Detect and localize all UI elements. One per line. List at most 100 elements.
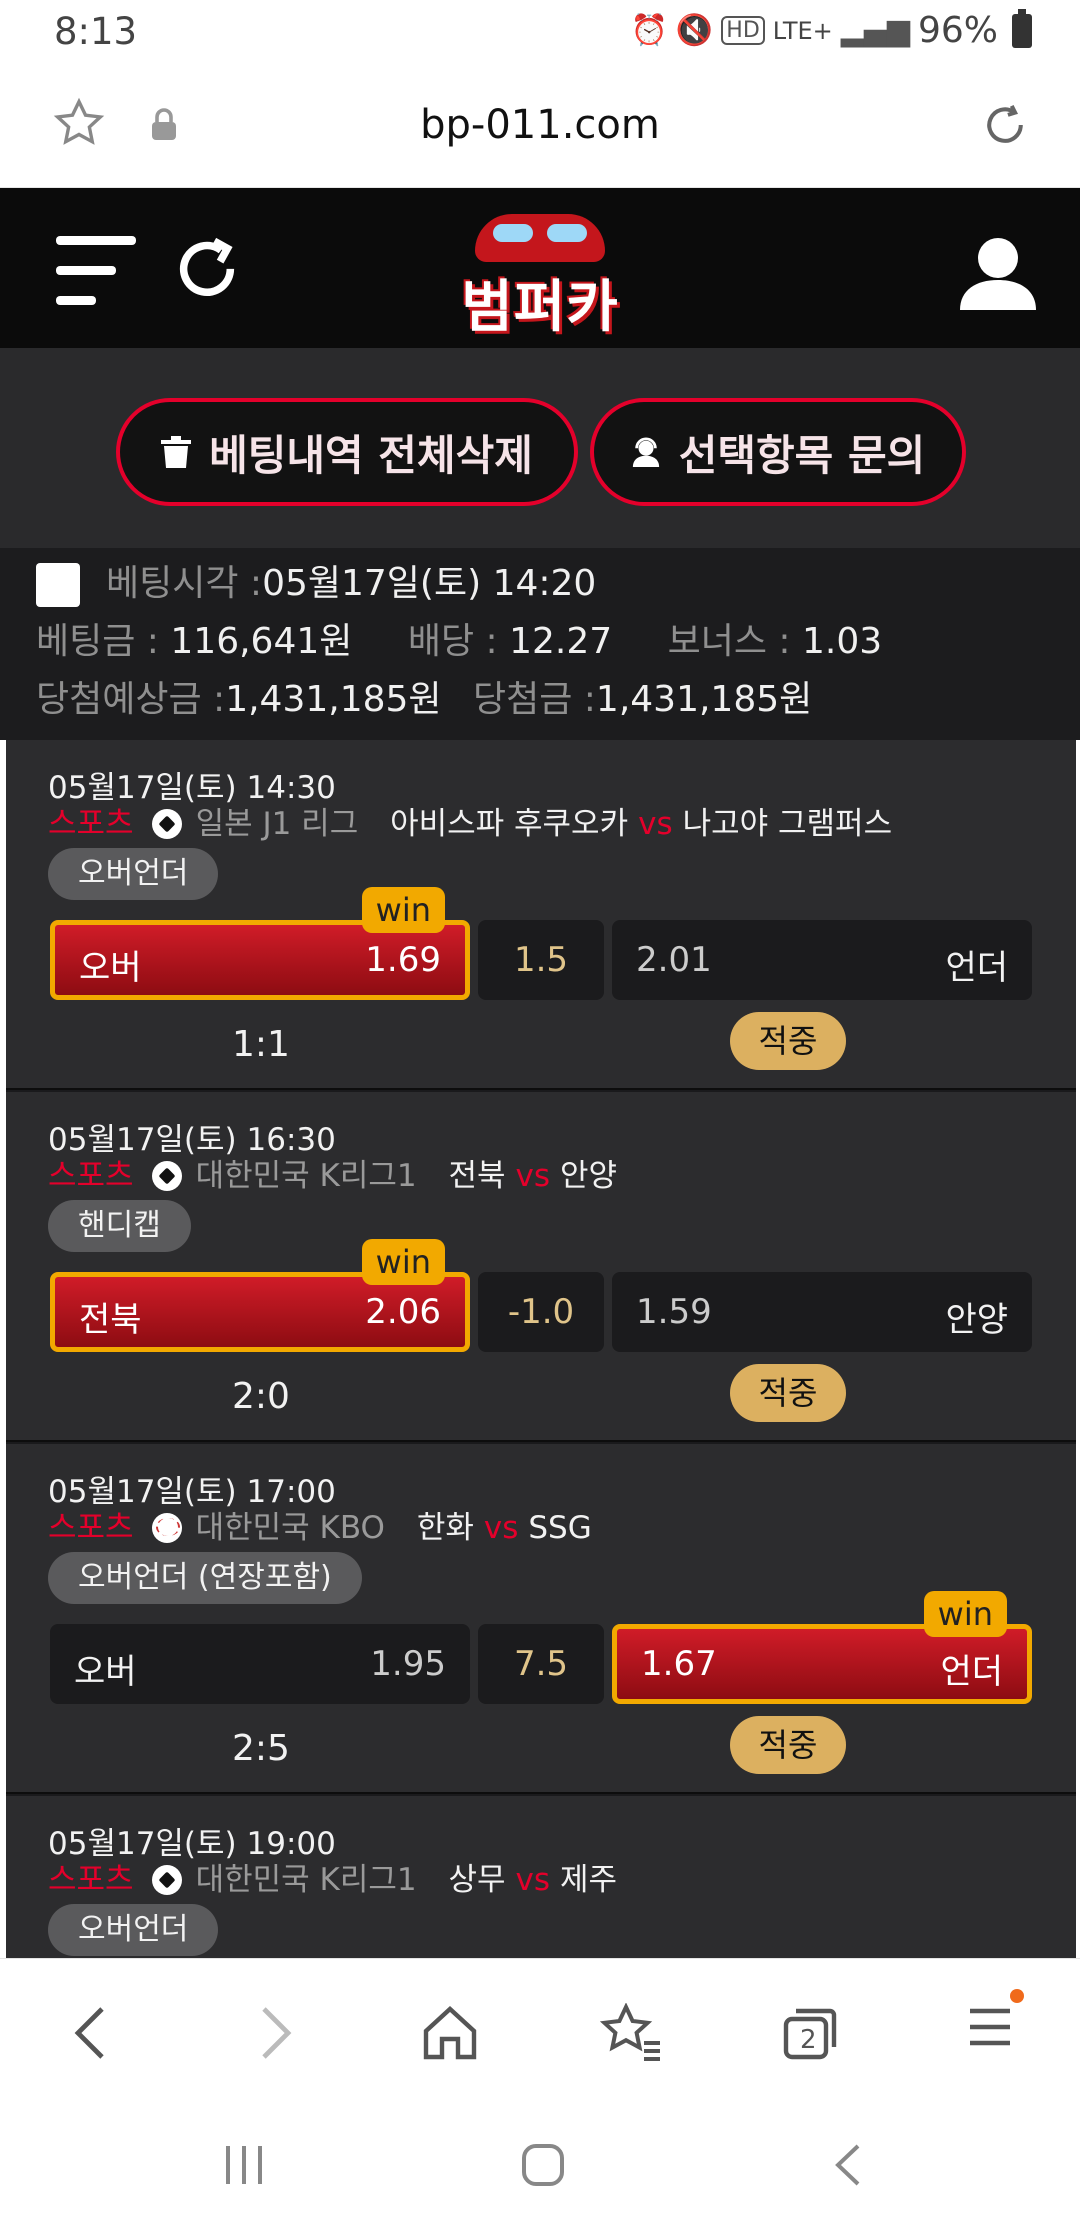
alarm-icon: ⏰ (630, 13, 668, 48)
away-option-odds: 1.67 (641, 1644, 717, 1684)
logo-text: 범퍼카 (461, 275, 619, 340)
away-team: 제주 (560, 1862, 618, 1898)
car-logo-icon (475, 214, 605, 262)
bet-card: 05월17일(토) 19:00 스포츠 대한민국 K리그1 상무 vs 제주 오버언더 (6, 1796, 1076, 1958)
odds-label: 배당 : (407, 621, 498, 662)
away-option-odds: 1.59 (636, 1292, 712, 1332)
system-home-icon[interactable] (520, 2142, 566, 2192)
baseball-icon (151, 1512, 182, 1543)
system-nav-bar (0, 2118, 1080, 2220)
soccer-ball-icon (151, 1160, 182, 1191)
support-agent-icon (632, 437, 659, 467)
league-name: 대한민국 K리그1 (195, 1862, 417, 1898)
user-profile-icon[interactable] (958, 236, 1038, 316)
category-label: 스포츠 (48, 1510, 134, 1546)
back-icon[interactable] (66, 2003, 114, 2067)
tabs-icon[interactable]: 2 (780, 2003, 840, 2067)
category-label: 스포츠 (48, 1862, 134, 1898)
recent-apps-icon[interactable] (222, 2142, 266, 2192)
vs-label: vs (515, 1158, 551, 1194)
match-score: 2:5 (232, 1728, 290, 1769)
home-option[interactable]: win 오버 1.69 (50, 887, 470, 1000)
match-info: 스포츠 대한민국 KBO 한화 vs SSG (48, 1502, 592, 1547)
away-option[interactable]: 1.59 안양 (612, 1272, 1032, 1352)
match-info: 스포츠 일본 J1 리그 아비스파 후쿠오카 vs 나고야 그램퍼스 (48, 798, 892, 843)
match-score: 1:1 (232, 1024, 290, 1065)
home-team: 전북 (448, 1158, 506, 1194)
tab-count: 2 (800, 2025, 817, 2055)
clock: 8:13 (54, 10, 138, 53)
browser-url-bar: bp-011.com (0, 68, 1080, 188)
mute-icon: 🔇 (675, 13, 714, 48)
home-option-odds: 1.95 (370, 1644, 446, 1684)
market-tag: 오버언더 (연장포함) (48, 1552, 362, 1604)
line-value: 7.5 (478, 1624, 604, 1704)
line-value: -1.0 (478, 1272, 604, 1352)
result-badge: 적중 (730, 1364, 846, 1422)
bet-card: 05월17일(토) 17:00 스포츠 대한민국 KBO 한화 vs SSG 오버언더… (6, 1444, 1076, 1794)
trash-icon (161, 436, 192, 468)
home-option-odds: 1.69 (365, 940, 441, 980)
stake-label: 베팅금 : (36, 621, 159, 662)
category-label: 스포츠 (48, 806, 134, 842)
won-amount-label: 당첨금 : (472, 679, 596, 720)
expected-payout-label: 당첨예상금 : (36, 679, 226, 720)
away-option-odds: 2.01 (636, 940, 712, 980)
action-bar: 베팅내역 전체삭제 선택항목 문의 (0, 348, 1080, 548)
category-label: 스포츠 (48, 1158, 134, 1194)
system-back-icon[interactable] (830, 2142, 866, 2192)
result-badge: 적중 (730, 1012, 846, 1070)
home-team: 아비스파 후쿠오카 (390, 806, 629, 842)
home-option-odds: 2.06 (365, 1292, 441, 1332)
soccer-ball-icon (151, 808, 182, 839)
win-badge: win (361, 1239, 445, 1285)
away-option-label: 언더 (940, 1652, 1003, 1692)
bonus-label: 보너스 : (667, 621, 791, 662)
away-option[interactable]: win 1.67 언더 (612, 1591, 1032, 1704)
inquiry-label: 선택항목 문의 (678, 430, 926, 480)
vs-label: vs (638, 806, 673, 842)
home-option[interactable]: win 전북 2.06 (50, 1239, 470, 1352)
away-team: 나고야 그램퍼스 (682, 806, 893, 842)
bet-time-label: 베팅시각 : (106, 563, 263, 604)
bet-card: 05월17일(토) 14:30 스포츠 일본 J1 리그 아비스파 후쿠오카 vs 나… (6, 740, 1076, 1090)
bet-card: 05월17일(토) 16:30 스포츠 대한민국 K리그1 전북 vs 안양 핸디캡 … (6, 1092, 1076, 1442)
away-option[interactable]: 2.01 언더 (612, 920, 1032, 1000)
win-badge: win (923, 1591, 1007, 1637)
soccer-ball-icon (151, 1864, 182, 1895)
market-tag: 오버언더 (48, 1904, 219, 1956)
league-name: 대한민국 K리그1 (195, 1158, 417, 1194)
home-option-label: 전북 (79, 1300, 142, 1340)
delete-all-history-button[interactable]: 베팅내역 전체삭제 (116, 398, 578, 506)
market-tag: 핸디캡 (48, 1200, 191, 1252)
browser-bottom-bar: 2 (0, 1958, 1080, 2118)
home-icon[interactable] (420, 2003, 480, 2067)
league-name: 대한민국 KBO (195, 1510, 385, 1546)
home-team: 한화 (416, 1510, 474, 1546)
url-text[interactable]: bp-011.com (0, 102, 1080, 148)
match-info: 스포츠 대한민국 K리그1 전북 vs 안양 (48, 1150, 617, 1195)
bonus-value: 1.03 (802, 621, 883, 662)
reload-icon[interactable] (978, 98, 1032, 156)
hd-icon: HD (721, 16, 765, 45)
bookmarks-icon[interactable] (599, 2002, 664, 2067)
result-badge: 적중 (730, 1716, 846, 1774)
select-bet-checkbox[interactable] (36, 563, 80, 607)
stake-value: 116,641원 (170, 621, 353, 662)
signal-icon: ▂▄▆ (840, 13, 910, 48)
match-info: 스포츠 대한민국 K리그1 상무 vs 제주 (48, 1854, 617, 1899)
status-icons: ⏰ 🔇 HD LTE+ ▂▄▆ 96% (630, 8, 1032, 51)
delete-all-label: 베팅내역 전체삭제 (209, 430, 533, 480)
battery-percent: 96% (917, 10, 998, 51)
site-logo[interactable]: 범퍼카 (0, 214, 1080, 343)
away-team: 안양 (560, 1158, 618, 1194)
bet-list: 05월17일(토) 14:30 스포츠 일본 J1 리그 아비스파 후쿠오카 vs 나… (6, 740, 1076, 1958)
bet-time-value: 05월17일(토) 14:20 (262, 563, 597, 604)
browser-menu-icon[interactable] (966, 1989, 1024, 2055)
home-option-label: 오버 (79, 948, 142, 988)
home-option[interactable]: 오버 1.95 (50, 1624, 470, 1704)
forward-icon[interactable] (252, 2003, 300, 2067)
away-team: SSG (528, 1510, 592, 1546)
won-amount-value: 1,431,185원 (595, 679, 813, 720)
inquiry-button[interactable]: 선택항목 문의 (590, 398, 966, 506)
